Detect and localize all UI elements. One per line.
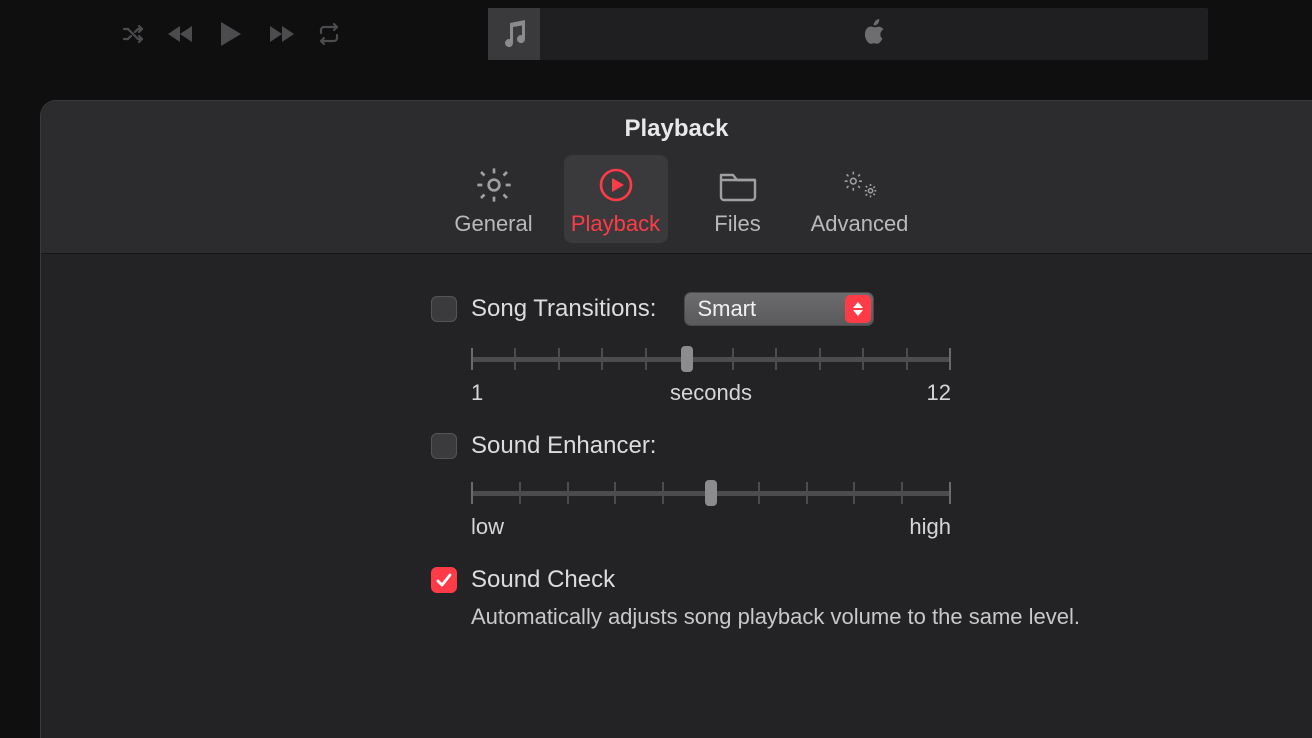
player-bar bbox=[0, 0, 1312, 68]
popup-value: Smart bbox=[697, 296, 756, 322]
sound-check-checkbox[interactable] bbox=[431, 567, 457, 593]
shuffle-icon[interactable] bbox=[120, 21, 146, 47]
music-note-icon bbox=[488, 8, 540, 60]
sound-check-group: Sound Check Automatically adjusts song p… bbox=[101, 566, 1252, 630]
previous-icon[interactable] bbox=[168, 21, 194, 47]
sound-check-label: Sound Check bbox=[471, 566, 615, 594]
gear-icon bbox=[472, 163, 516, 207]
gears-icon bbox=[838, 163, 882, 207]
tab-general[interactable]: General bbox=[442, 155, 546, 243]
tab-label: Advanced bbox=[811, 211, 909, 237]
tab-advanced[interactable]: Advanced bbox=[808, 155, 912, 243]
repeat-icon[interactable] bbox=[316, 21, 342, 47]
panel-header: Playback General Playback Files bbox=[41, 101, 1312, 254]
folder-icon bbox=[716, 163, 760, 207]
sound-enhancer-slider[interactable] bbox=[471, 478, 951, 508]
slider-max-label: high bbox=[891, 514, 951, 540]
slider-mid-label: seconds bbox=[531, 380, 891, 406]
panel-body: Song Transitions: Smart 1 seconds bbox=[41, 254, 1312, 630]
tab-label: Files bbox=[714, 211, 760, 237]
play-icon[interactable] bbox=[216, 19, 246, 49]
song-transitions-checkbox[interactable] bbox=[431, 296, 457, 322]
transport-controls bbox=[120, 19, 342, 49]
slider-mid-label bbox=[531, 514, 891, 540]
preferences-panel: Playback General Playback Files bbox=[40, 100, 1312, 738]
tab-label: Playback bbox=[571, 211, 660, 237]
slider-max-label: 12 bbox=[891, 380, 951, 406]
preferences-tabs: General Playback Files Advanced bbox=[41, 155, 1312, 253]
sound-enhancer-checkbox[interactable] bbox=[431, 433, 457, 459]
panel-title: Playback bbox=[41, 115, 1312, 143]
tab-label: General bbox=[454, 211, 532, 237]
song-transitions-group: Song Transitions: Smart 1 seconds bbox=[101, 292, 1252, 406]
now-playing-display bbox=[488, 8, 1208, 60]
next-icon[interactable] bbox=[268, 21, 294, 47]
play-circle-icon bbox=[594, 163, 638, 207]
sound-enhancer-label: Sound Enhancer: bbox=[471, 432, 656, 460]
slider-min-label: low bbox=[471, 514, 531, 540]
tab-files[interactable]: Files bbox=[686, 155, 790, 243]
song-transitions-label: Song Transitions: bbox=[471, 295, 656, 323]
popup-stepper-icon bbox=[845, 295, 871, 323]
song-transitions-popup[interactable]: Smart bbox=[684, 292, 874, 326]
song-transitions-slider[interactable] bbox=[471, 344, 951, 374]
tab-playback[interactable]: Playback bbox=[564, 155, 668, 243]
slider-min-label: 1 bbox=[471, 380, 531, 406]
sound-enhancer-group: Sound Enhancer: low high bbox=[101, 432, 1252, 540]
sound-check-description: Automatically adjusts song playback volu… bbox=[431, 604, 1252, 630]
apple-logo-icon bbox=[863, 19, 885, 50]
